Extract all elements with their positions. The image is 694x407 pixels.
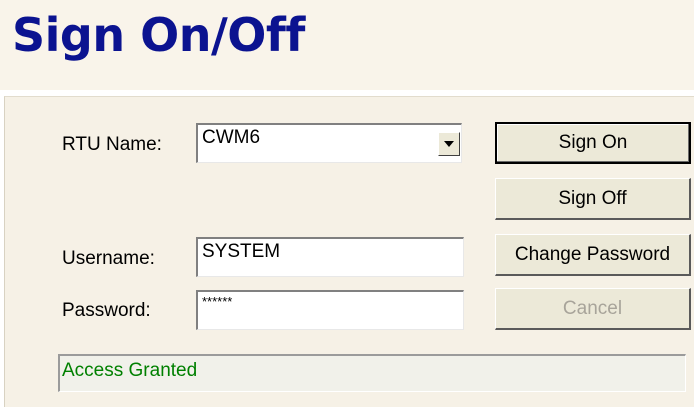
dropdown-button[interactable] bbox=[438, 132, 460, 156]
sign-off-button[interactable]: Sign Off bbox=[495, 178, 691, 220]
rtu-name-label: RTU Name: bbox=[62, 134, 162, 155]
username-input[interactable]: SYSTEM bbox=[196, 237, 464, 277]
title-bar: Sign On/Off bbox=[0, 0, 694, 90]
username-label: Username: bbox=[62, 248, 155, 269]
triangle-down-icon bbox=[444, 141, 454, 147]
password-input[interactable]: ****** bbox=[196, 290, 464, 330]
cancel-button[interactable]: Cancel bbox=[495, 288, 691, 330]
rtu-name-value: CWM6 bbox=[202, 127, 261, 148]
change-password-button[interactable]: Change Password bbox=[495, 234, 691, 276]
status-bar: Access Granted bbox=[58, 354, 686, 392]
sign-on-button[interactable]: Sign On bbox=[495, 122, 691, 164]
password-label: Password: bbox=[62, 300, 151, 321]
rtu-name-dropdown[interactable]: CWM6 bbox=[196, 123, 462, 163]
page-title: Sign On/Off bbox=[12, 8, 305, 62]
